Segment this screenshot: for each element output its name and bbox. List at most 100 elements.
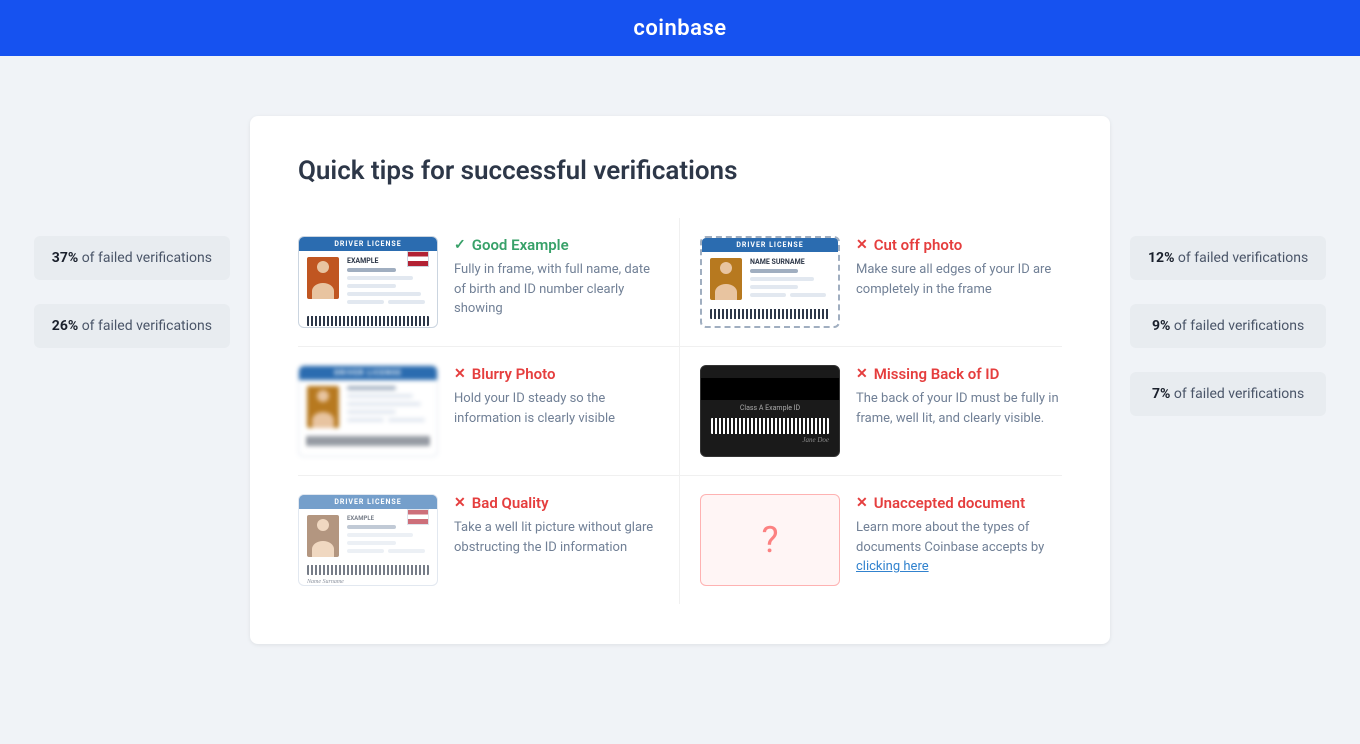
- tip-quality-title: Bad Quality: [472, 494, 549, 512]
- left-badge-1: 37% of failed verifications: [34, 236, 230, 280]
- tip-back-content: ✕ Missing Back of ID The back of your ID…: [856, 365, 1062, 428]
- tip-blurry-status: ✕ Blurry Photo: [454, 365, 659, 383]
- id-line-g5: [388, 549, 425, 553]
- id-line-g3: [347, 541, 396, 545]
- cutoff-x-icon: ✕: [856, 237, 868, 253]
- right-badge-1-percent: 12%: [1148, 250, 1174, 266]
- left-badge-2-label: of failed verifications: [82, 318, 212, 334]
- id-barcode-good: [307, 316, 429, 326]
- id-line-g2: [347, 533, 413, 537]
- id-back-sig: Jane Doe: [701, 436, 829, 444]
- id-line-b1: [347, 386, 396, 390]
- back-x-icon: ✕: [856, 366, 868, 382]
- id-barcode-blurry: [307, 436, 429, 446]
- id-top-bar-blurry: DRIVER LICENSE: [299, 366, 437, 380]
- id-photo-blurry: [307, 386, 339, 428]
- id-card-unaccepted-wrapper: ?: [700, 494, 840, 586]
- id-line-c2: [750, 277, 814, 281]
- id-card-blurry-wrapper: DRIVER LICENSE: [298, 365, 438, 457]
- tip-unaccepted-content: ✕ Unaccepted document Learn more about t…: [856, 494, 1062, 577]
- tip-good-desc: Fully in frame, with full name, date of …: [454, 260, 659, 319]
- tip-quality-content: ✕ Bad Quality Take a well lit picture wi…: [454, 494, 659, 557]
- tip-bad-quality: DRIVER LICENSE EXAMPLE: [298, 476, 680, 604]
- id-body-blurry: [299, 380, 437, 434]
- id-line-c3: [750, 285, 798, 289]
- id-line-3: [347, 284, 396, 288]
- id-top-bar-good: DRIVER LICENSE: [299, 237, 437, 251]
- left-badge-2: 26% of failed verifications: [34, 304, 230, 348]
- tip-good-status: ✓ Good Example: [454, 236, 659, 254]
- tip-unaccepted-status: ✕ Unaccepted document: [856, 494, 1062, 512]
- id-line-6: [388, 300, 425, 304]
- left-side-badges: 37% of failed verifications 26% of faile…: [34, 236, 230, 348]
- id-line-c1: [750, 269, 798, 273]
- unaccepted-x-icon: ✕: [856, 495, 868, 511]
- app-header: coinbase: [0, 0, 1360, 56]
- right-badge-1: 12% of failed verifications: [1130, 236, 1326, 280]
- id-line-4: [347, 292, 421, 296]
- tip-good-title: Good Example: [472, 236, 569, 254]
- tip-cutoff-title: Cut off photo: [874, 236, 962, 254]
- id-back-barcode: [711, 418, 829, 434]
- id-photo-glare: [307, 515, 339, 557]
- page-title: Quick tips for successful verifications: [298, 156, 1062, 186]
- tip-unaccepted-title: Unaccepted document: [874, 494, 1025, 512]
- id-line-b5: [347, 418, 384, 422]
- tip-cutoff: DRIVER LICENSE NAME SURNAME: [680, 218, 1062, 347]
- id-line-1: [347, 268, 396, 272]
- tip-cutoff-desc: Make sure all edges of your ID are compl…: [856, 260, 1062, 299]
- tip-quality-status: ✕ Bad Quality: [454, 494, 659, 512]
- tip-back-desc: The back of your ID must be fully in fra…: [856, 389, 1062, 428]
- id-flag-good: [407, 251, 429, 267]
- tip-back-title: Missing Back of ID: [874, 365, 1000, 383]
- id-line-c5: [790, 293, 826, 297]
- tip-blurry-title: Blurry Photo: [472, 365, 556, 383]
- tips-card: Quick tips for successful verifications …: [250, 116, 1110, 644]
- id-top-bar-cutoff: DRIVER LICENSE: [702, 238, 838, 252]
- id-back-strip: [701, 378, 839, 400]
- id-line-c4: [750, 293, 786, 297]
- left-badge-1-label: of failed verifications: [82, 250, 212, 266]
- id-info-blurry: [347, 386, 429, 428]
- right-badge-2-percent: 9%: [1152, 318, 1170, 334]
- tip-blurry: DRIVER LICENSE: [298, 347, 680, 476]
- quality-x-icon: ✕: [454, 495, 466, 511]
- id-barcode-glare: [307, 565, 429, 575]
- tip-good-example: DRIVER LICENSE EXAMPLE: [298, 218, 680, 347]
- left-badge-1-percent: 37%: [52, 250, 78, 266]
- tip-unaccepted: ? ✕ Unaccepted document Learn more about…: [680, 476, 1062, 604]
- tip-quality-desc: Take a well lit picture without glare ob…: [454, 518, 659, 557]
- coinbase-logo: coinbase: [633, 16, 726, 41]
- right-badge-3: 7% of failed verifications: [1130, 372, 1326, 416]
- id-card-unaccepted: ?: [700, 494, 840, 586]
- question-mark-icon: ?: [761, 519, 778, 561]
- id-card-glare-wrapper: DRIVER LICENSE EXAMPLE: [298, 494, 438, 586]
- id-photo-good: [307, 257, 339, 299]
- id-card-back: Class A Example ID Jane Doe: [700, 365, 840, 457]
- id-back-label: Class A Example ID: [701, 404, 839, 412]
- id-info-cutoff: NAME SURNAME: [750, 258, 830, 301]
- tip-cutoff-status: ✕ Cut off photo: [856, 236, 1062, 254]
- id-body-glare: EXAMPLE: [299, 509, 437, 563]
- right-badge-2-label: of failed verifications: [1174, 318, 1304, 334]
- id-card-cutoff-wrapper: DRIVER LICENSE NAME SURNAME: [700, 236, 840, 328]
- id-line-2: [347, 276, 413, 280]
- id-body-cutoff: NAME SURNAME: [702, 252, 838, 307]
- id-card-back-wrapper: Class A Example ID Jane Doe: [700, 365, 840, 457]
- right-badge-2: 9% of failed verifications: [1130, 304, 1326, 348]
- right-badge-3-percent: 7%: [1152, 386, 1170, 402]
- id-photo-cutoff: [710, 258, 742, 300]
- id-top-bar-glare: DRIVER LICENSE: [299, 495, 437, 509]
- left-badge-2-percent: 26%: [52, 318, 78, 334]
- tips-grid: DRIVER LICENSE EXAMPLE: [298, 218, 1062, 604]
- id-line-b2: [347, 394, 413, 398]
- clicking-here-link[interactable]: clicking here: [856, 559, 929, 574]
- right-badge-3-label: of failed verifications: [1174, 386, 1304, 402]
- tip-blurry-content: ✕ Blurry Photo Hold your ID steady so th…: [454, 365, 659, 428]
- id-line-g1: [347, 525, 396, 529]
- id-card-good-wrapper: DRIVER LICENSE EXAMPLE: [298, 236, 438, 328]
- id-name-cutoff: NAME SURNAME: [750, 258, 830, 266]
- id-card-good: DRIVER LICENSE EXAMPLE: [298, 236, 438, 328]
- good-check-icon: ✓: [454, 237, 466, 253]
- id-card-blurry: DRIVER LICENSE: [298, 365, 438, 457]
